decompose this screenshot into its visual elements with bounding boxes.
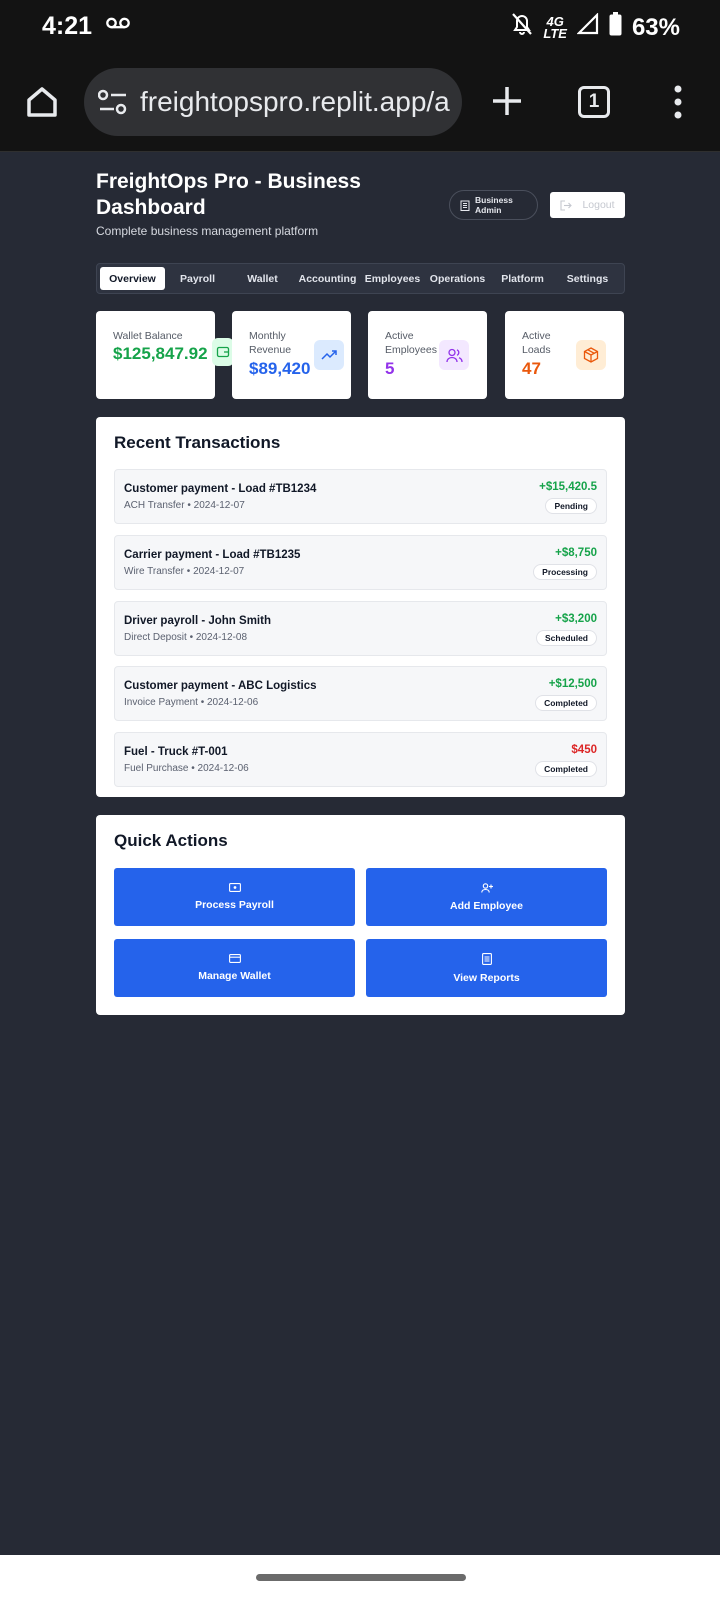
home-icon	[27, 87, 57, 117]
transaction-amount: +$3,200	[555, 613, 597, 625]
transaction-row[interactable]: Carrier payment - Load #TB1235 Wire Tran…	[114, 535, 607, 590]
home-button[interactable]	[22, 82, 62, 122]
credit-card-icon	[228, 954, 241, 963]
transaction-meta: Direct Deposit • 2024-12-08	[124, 632, 248, 643]
users-icon	[439, 340, 469, 370]
transaction-row[interactable]: Fuel - Truck #T-001 Fuel Purchase • 2024…	[114, 732, 607, 787]
tab-settings[interactable]: Settings	[555, 267, 620, 290]
url-text[interactable]: freightopspro.replit.app/a	[140, 86, 450, 118]
stat-value: 47	[522, 359, 541, 378]
stat-card-monthly-revenue: Monthly Revenue $89,420	[232, 311, 351, 399]
more-vertical-icon	[674, 85, 682, 119]
browser-toolbar: freightopspro.replit.app/a 1	[0, 54, 720, 152]
tab-wallet[interactable]: Wallet	[230, 267, 295, 290]
transaction-meta: Invoice Payment • 2024-12-06	[124, 697, 259, 708]
transaction-row[interactable]: Customer payment - Load #TB1234 ACH Tran…	[114, 469, 607, 524]
transaction-amount: +$15,420.5	[539, 481, 597, 493]
transaction-amount: +$12,500	[548, 678, 597, 690]
page-title: FreightOps Pro - Business Dashboard	[96, 170, 361, 219]
transaction-amount: +$8,750	[555, 547, 597, 559]
network-indicator: 4G LTE	[543, 15, 567, 41]
address-bar[interactable]: freightopspro.replit.app/a	[84, 68, 462, 136]
stat-label: Active Employees	[385, 330, 437, 356]
wallet-icon	[212, 338, 234, 366]
transaction-description: Customer payment - Load #TB1234	[124, 483, 317, 495]
stat-value: 5	[385, 359, 395, 378]
quick-actions-card: Quick Actions Process Payroll Add Employ…	[96, 815, 625, 1015]
stat-card-wallet-balance: Wallet Balance $125,847.92	[96, 311, 234, 399]
user-plus-icon	[480, 882, 493, 893]
transaction-meta: ACH Transfer • 2024-12-07	[124, 500, 245, 511]
tab-overview[interactable]: Overview	[100, 267, 165, 290]
logout-icon	[560, 199, 573, 211]
dashboard-tabs: Overview Payroll Wallet Accounting Emplo…	[96, 263, 625, 294]
stat-card-active-employees: Active Employees 5	[368, 311, 487, 399]
dashboard-header: FreightOps Pro - Business Dashboard Comp…	[96, 152, 625, 238]
transaction-amount: $450	[571, 744, 597, 756]
plus-icon	[493, 87, 521, 115]
browser-menu-button[interactable]	[672, 84, 684, 120]
logout-label: Logout	[582, 199, 615, 211]
stat-card-active-loads: Active Loads 47	[505, 311, 624, 399]
recent-transactions-card: Recent Transactions Customer payment - L…	[96, 417, 625, 797]
site-settings-icon[interactable]	[97, 88, 128, 121]
stat-label: Monthly Revenue	[249, 330, 292, 356]
building-icon	[460, 200, 470, 211]
dashboard-app: FreightOps Pro - Business Dashboard Comp…	[96, 152, 625, 1015]
tab-platform[interactable]: Platform	[490, 267, 555, 290]
status-badge: Scheduled	[536, 630, 597, 646]
package-icon	[576, 340, 606, 370]
battery-percent: 63%	[631, 13, 680, 41]
transaction-row[interactable]: Customer payment - ABC Logistics Invoice…	[114, 666, 607, 721]
battery-icon	[609, 12, 622, 43]
process-payroll-button[interactable]: Process Payroll	[114, 868, 355, 926]
transaction-description: Fuel - Truck #T-001	[124, 746, 228, 758]
gesture-nav-handle[interactable]	[256, 1574, 466, 1581]
stat-label: Active Loads	[522, 330, 551, 356]
view-reports-button[interactable]: View Reports	[366, 939, 607, 997]
status-badge: Pending	[545, 498, 597, 514]
stats-row: Wallet Balance $125,847.92 Monthly Reven…	[96, 311, 625, 399]
role-badge-label: Business Admin	[475, 195, 513, 215]
process-payroll-label: Process Payroll	[195, 899, 274, 911]
file-text-icon	[481, 952, 492, 965]
recent-transactions-title: Recent Transactions	[114, 433, 281, 452]
transaction-description: Carrier payment - Load #TB1235	[124, 549, 301, 561]
trending-up-icon	[314, 340, 344, 370]
stat-value: $89,420	[249, 359, 311, 378]
signal-icon	[576, 12, 599, 42]
transaction-meta: Fuel Purchase • 2024-12-06	[124, 763, 249, 774]
manage-wallet-button[interactable]: Manage Wallet	[114, 939, 355, 997]
tab-employees[interactable]: Employees	[360, 267, 425, 290]
page-subtitle: Complete business management platform	[96, 224, 319, 238]
transaction-meta: Wire Transfer • 2024-12-07	[124, 566, 245, 577]
tab-payroll[interactable]: Payroll	[165, 267, 230, 290]
network-subtype: LTE	[543, 25, 567, 41]
role-badge: Business Admin	[449, 190, 538, 220]
manage-wallet-label: Manage Wallet	[198, 970, 271, 982]
tab-operations[interactable]: Operations	[425, 267, 490, 290]
view-reports-label: View Reports	[453, 971, 520, 984]
transaction-row[interactable]: Driver payroll - John Smith Direct Depos…	[114, 601, 607, 656]
add-employee-label: Add Employee	[450, 899, 523, 912]
new-tab-button[interactable]	[490, 84, 524, 118]
bell-off-icon	[511, 12, 533, 43]
status-badge: Completed	[535, 695, 597, 711]
quick-actions-title: Quick Actions	[114, 831, 228, 850]
add-employee-button[interactable]: Add Employee	[366, 868, 607, 926]
tab-switcher-button[interactable]: 1	[578, 86, 610, 118]
transaction-description: Driver payroll - John Smith	[124, 615, 271, 627]
stat-value: $125,847.92	[113, 344, 208, 363]
status-badge: Processing	[533, 564, 597, 580]
logout-button[interactable]: Logout	[550, 192, 625, 218]
voicemail-icon	[106, 16, 130, 35]
stat-label: Wallet Balance	[113, 330, 183, 342]
banknote-icon	[228, 883, 241, 892]
status-bar: 4:21 4G LTE 63%	[0, 0, 720, 54]
tab-accounting[interactable]: Accounting	[295, 267, 360, 290]
status-time: 4:21	[42, 12, 93, 40]
status-badge: Completed	[535, 761, 597, 777]
transaction-description: Customer payment - ABC Logistics	[124, 680, 317, 692]
